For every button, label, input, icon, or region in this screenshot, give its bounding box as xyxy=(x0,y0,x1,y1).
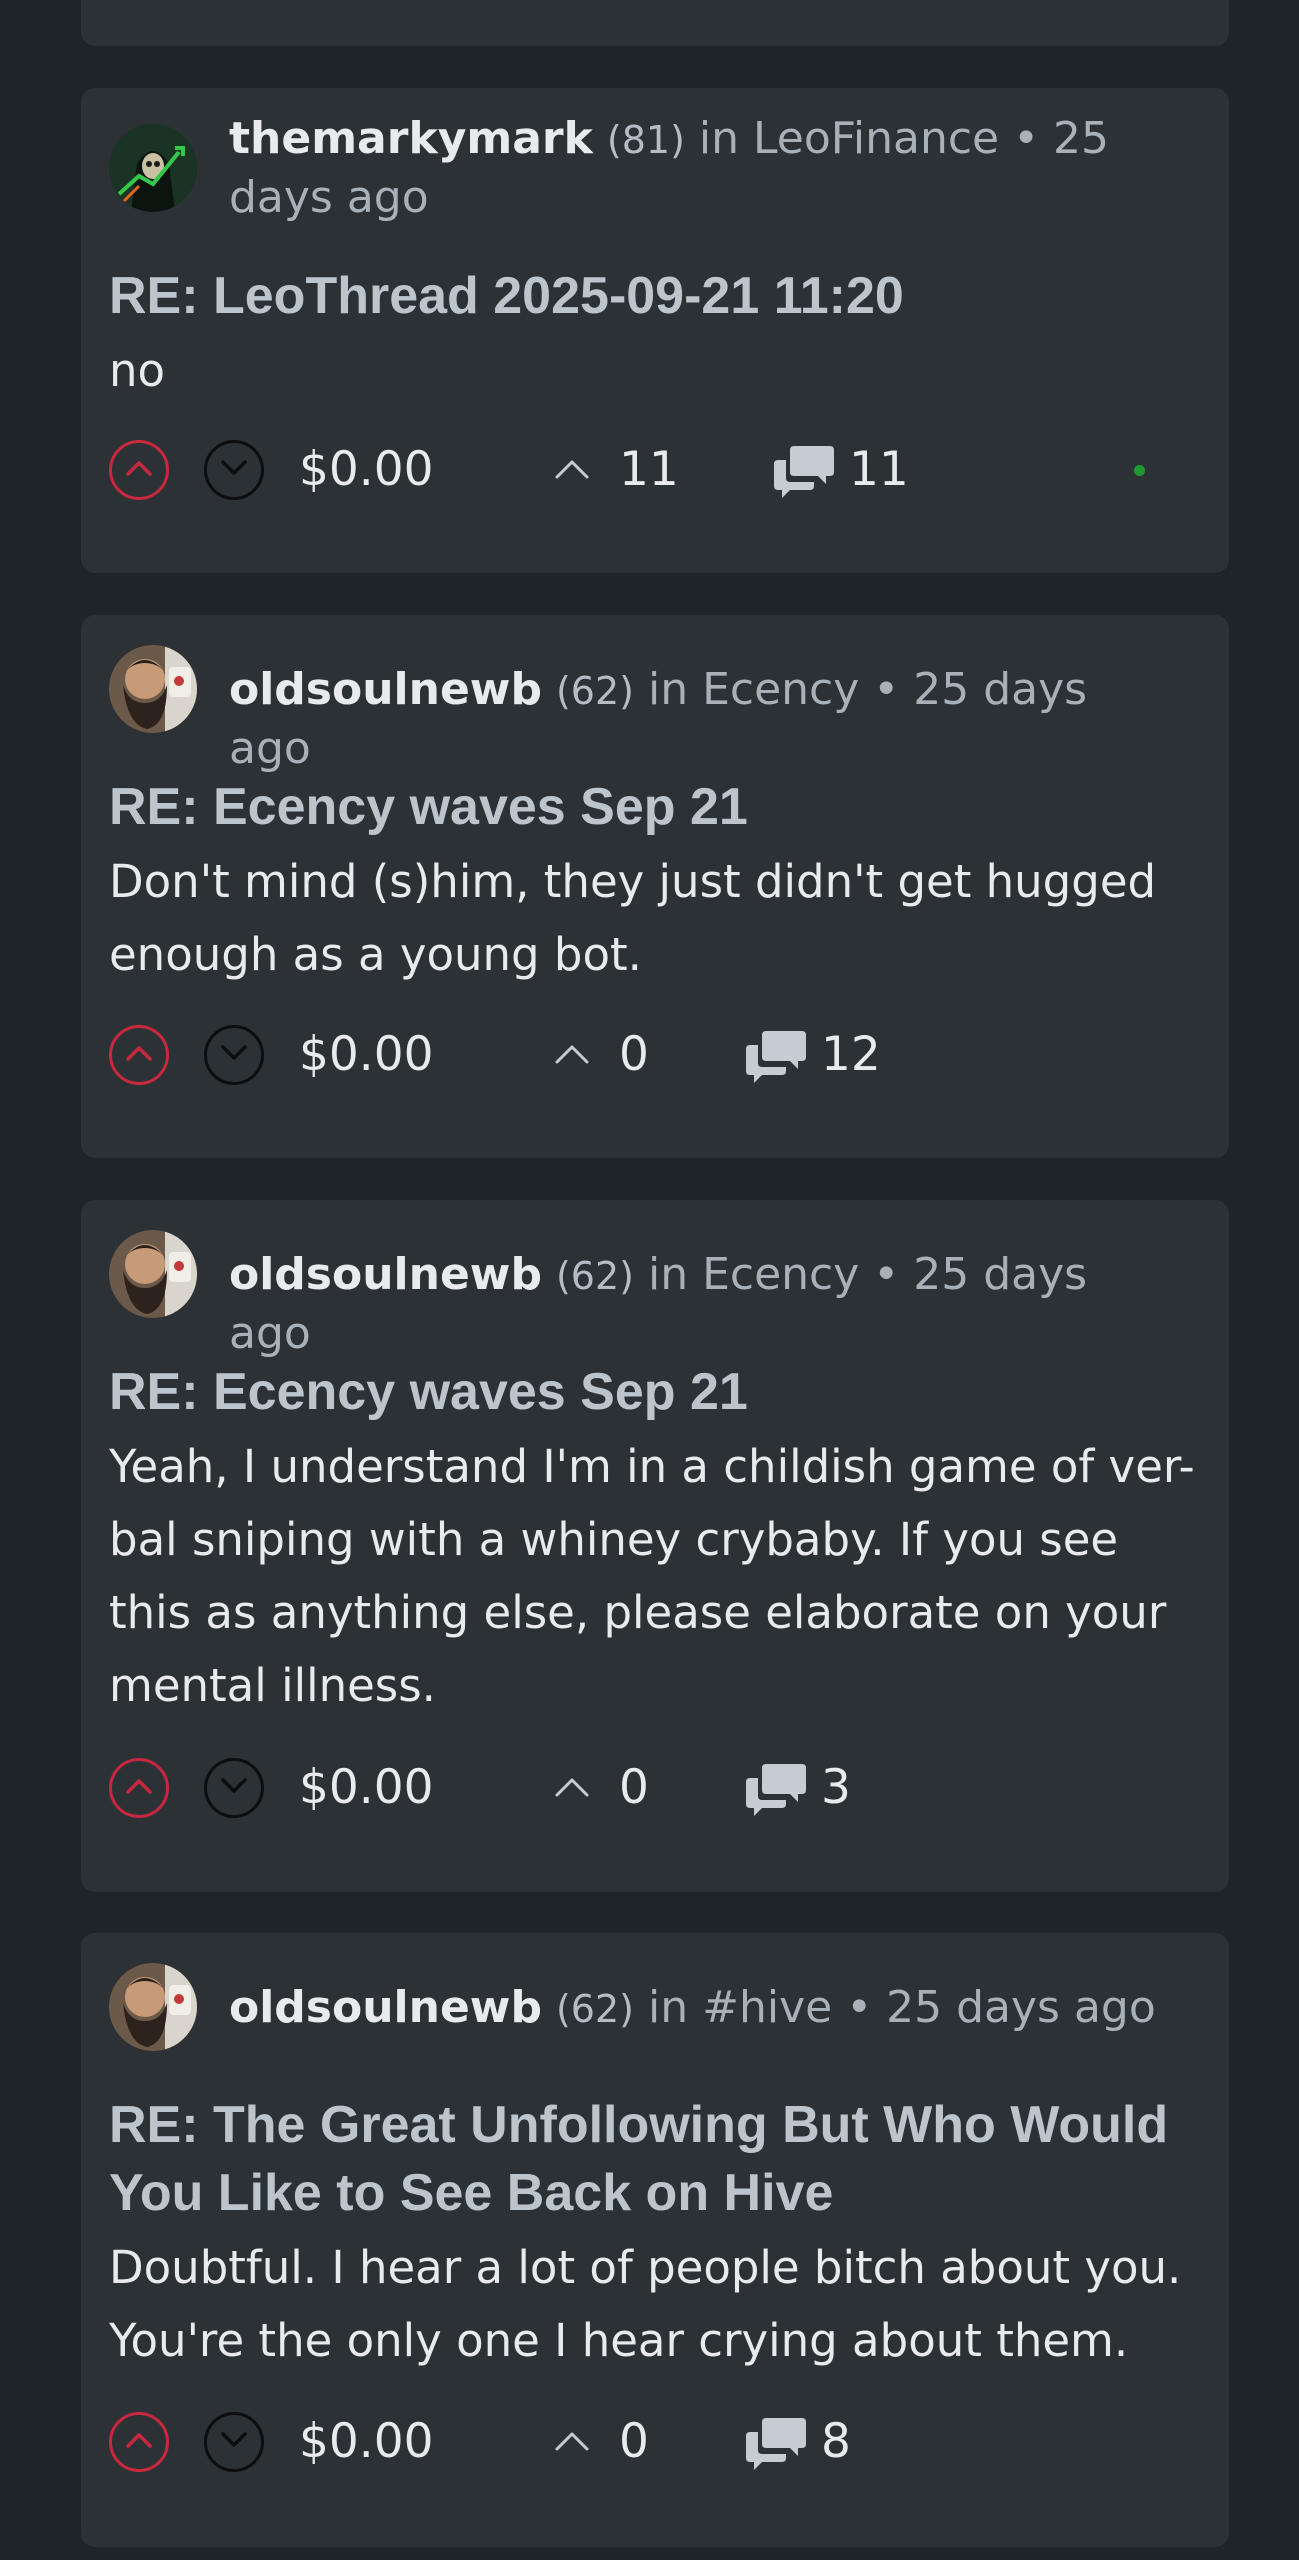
meta-separator: • xyxy=(873,664,900,715)
downvote-button[interactable] xyxy=(204,2412,264,2472)
post-card[interactable]: oldsoulnewb (62) in Ecency • 25 days ago… xyxy=(81,1200,1229,1892)
author-name[interactable]: themarkymark xyxy=(229,113,593,164)
author-name[interactable]: oldsoulnewb xyxy=(229,1982,542,2033)
comments-count: 3 xyxy=(821,1760,851,1815)
comments-icon xyxy=(746,2418,806,2470)
comments-count: 12 xyxy=(821,1027,881,1082)
author-avatar[interactable] xyxy=(109,645,197,733)
in-label: in xyxy=(647,1982,689,2033)
post-meta: oldsoulnewb (62) in Ecency • 25 days ago xyxy=(229,1246,1169,1363)
post-meta: oldsoulnewb (62) in Ecency • 25 days ago xyxy=(229,661,1169,778)
post-time[interactable]: 25 days ago xyxy=(886,1982,1156,2033)
payout-value[interactable]: $0.00 xyxy=(299,1023,434,1087)
chevron-up-icon xyxy=(126,1779,152,1794)
payout-value[interactable]: $0.00 xyxy=(299,2410,434,2474)
status-indicator-dot xyxy=(1134,465,1145,476)
post-body[interactable]: Doubtful. I hear a lot of people bitch a… xyxy=(109,2231,1201,2377)
bearded-man-avatar-icon xyxy=(109,1230,197,1318)
downvote-button[interactable] xyxy=(204,1025,264,1085)
chevron-up-icon xyxy=(126,461,152,476)
post-card[interactable]: oldsoulnewb (62) in #hive • 25 days ago … xyxy=(81,1933,1229,2547)
comments-count: 11 xyxy=(849,442,909,497)
community-link[interactable]: Ecency xyxy=(702,664,859,715)
caret-up-icon xyxy=(555,2432,589,2451)
chevron-up-icon xyxy=(126,1046,152,1061)
caret-up-icon xyxy=(555,460,589,479)
previous-post-card[interactable] xyxy=(81,0,1229,46)
reblog-count: 0 xyxy=(619,2414,649,2469)
post-actions: $0.00 0 8 xyxy=(109,2410,1201,2474)
post-card[interactable]: oldsoulnewb (62) in Ecency • 25 days ago… xyxy=(81,615,1229,1158)
grim-reaper-avatar-icon xyxy=(109,124,197,212)
author-name[interactable]: oldsoulnewb xyxy=(229,664,542,715)
chevron-down-icon xyxy=(221,2432,247,2447)
author-avatar[interactable] xyxy=(109,124,197,212)
author-avatar[interactable] xyxy=(109,1230,197,1318)
post-card[interactable]: themarkymark (81) in LeoFinance • 25 day… xyxy=(81,88,1229,573)
caret-up-icon xyxy=(555,1778,589,1797)
post-body[interactable]: Yeah, I understand I'm in a childish gam… xyxy=(109,1430,1201,1722)
comments-icon xyxy=(746,1764,806,1816)
community-link[interactable]: LeoFinance xyxy=(753,113,999,164)
in-label: in xyxy=(698,113,740,164)
post-body[interactable]: Don't mind (s)him, they just didn't get … xyxy=(109,845,1201,991)
post-actions: $0.00 0 3 xyxy=(109,1756,1201,1820)
author-reputation: (62) xyxy=(555,1254,634,1298)
reblog-count: 0 xyxy=(619,1027,649,1082)
comments-count: 8 xyxy=(821,2414,851,2469)
post-feed: themarkymark (81) in LeoFinance • 25 day… xyxy=(0,0,1299,2560)
comments-icon xyxy=(746,1031,806,1083)
reblog-count: 11 xyxy=(619,442,679,497)
author-avatar[interactable] xyxy=(109,1963,197,2051)
post-title[interactable]: RE: LeoThread 2025-09-21 11:20 xyxy=(109,262,1201,330)
caret-up-icon xyxy=(555,1045,589,1064)
meta-separator: • xyxy=(1013,113,1040,164)
post-body[interactable]: no xyxy=(109,334,1201,407)
post-title[interactable]: RE: Ecency waves Sep 21 xyxy=(109,1358,1201,1426)
downvote-button[interactable] xyxy=(204,440,264,500)
bearded-man-avatar-icon xyxy=(109,645,197,733)
post-title[interactable]: RE: The Great Unfollowing But Who Would … xyxy=(109,2091,1201,2227)
chevron-down-icon xyxy=(221,460,247,475)
upvote-button[interactable] xyxy=(109,1025,169,1085)
chevron-down-icon xyxy=(221,1778,247,1793)
community-link[interactable]: #hive xyxy=(702,1982,832,2033)
meta-separator: • xyxy=(846,1982,873,2033)
meta-separator: • xyxy=(873,1249,900,1300)
post-actions: $0.00 11 11 xyxy=(109,438,1201,502)
author-reputation: (62) xyxy=(555,1987,634,2031)
author-reputation: (81) xyxy=(606,118,685,162)
in-label: in xyxy=(647,1249,689,1300)
payout-value[interactable]: $0.00 xyxy=(299,438,434,502)
post-meta: themarkymark (81) in LeoFinance • 25 day… xyxy=(229,110,1169,227)
post-meta: oldsoulnewb (62) in #hive • 25 days ago xyxy=(229,1979,1169,2038)
reblog-count: 0 xyxy=(619,1760,649,1815)
downvote-button[interactable] xyxy=(204,1758,264,1818)
community-link[interactable]: Ecency xyxy=(702,1249,859,1300)
chevron-down-icon xyxy=(221,1045,247,1060)
payout-value[interactable]: $0.00 xyxy=(299,1756,434,1820)
in-label: in xyxy=(647,664,689,715)
upvote-button[interactable] xyxy=(109,2412,169,2472)
upvote-button[interactable] xyxy=(109,440,169,500)
chevron-up-icon xyxy=(126,2433,152,2448)
post-title[interactable]: RE: Ecency waves Sep 21 xyxy=(109,773,1201,841)
author-reputation: (62) xyxy=(555,669,634,713)
author-name[interactable]: oldsoulnewb xyxy=(229,1249,542,1300)
upvote-button[interactable] xyxy=(109,1758,169,1818)
comments-icon xyxy=(774,446,834,498)
bearded-man-avatar-icon xyxy=(109,1963,197,2051)
post-actions: $0.00 0 12 xyxy=(109,1023,1201,1087)
